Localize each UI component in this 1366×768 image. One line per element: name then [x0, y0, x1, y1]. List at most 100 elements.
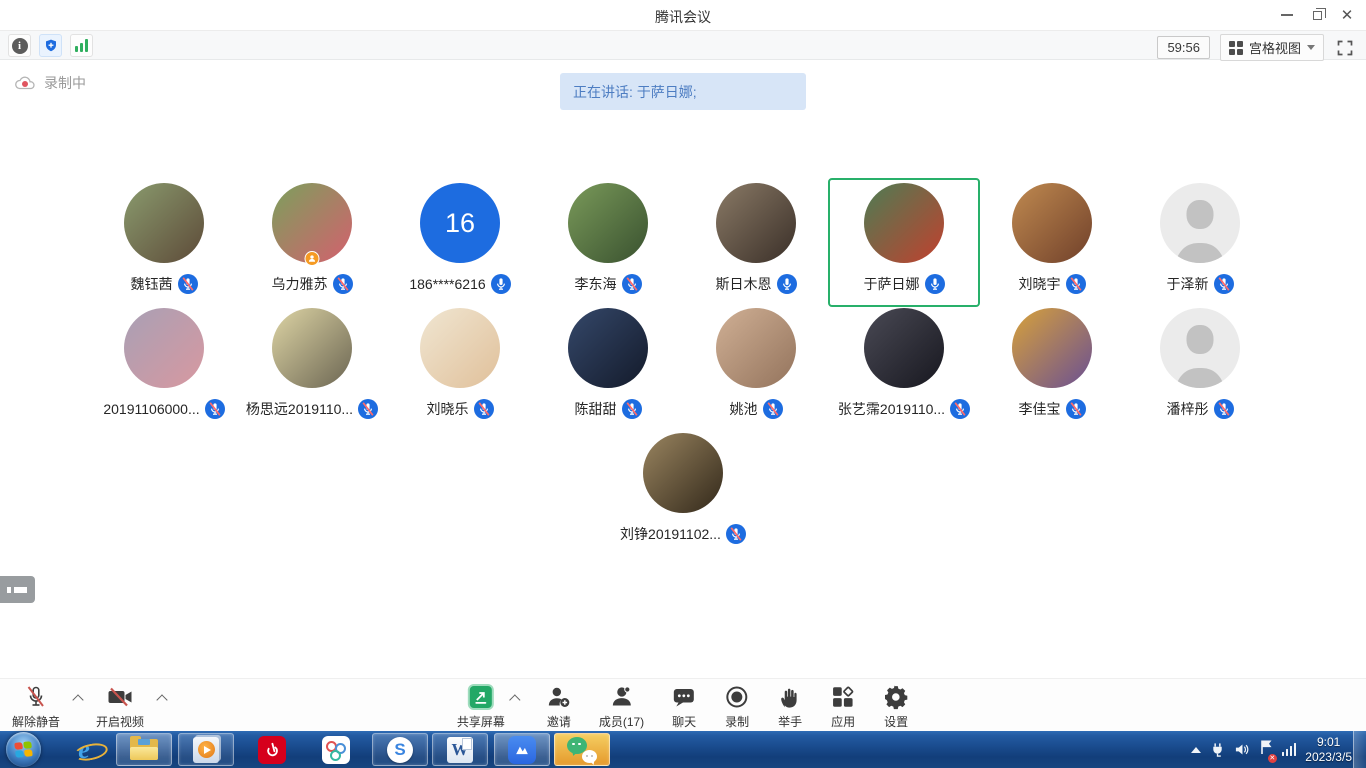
meeting-timer: 59:56 [1157, 36, 1210, 59]
participant-tile[interactable]: 于萨日娜 [830, 180, 978, 305]
close-button[interactable]: ✕ [1332, 0, 1362, 30]
circles-app-icon [322, 736, 350, 764]
taskbar-item-media-player[interactable] [178, 733, 234, 766]
participant-tile[interactable]: 潘梓彤 [1126, 305, 1274, 430]
participant-tile[interactable]: 杨思远2019110... [238, 305, 386, 430]
participant-avatar [643, 433, 723, 513]
taskbar-item-netease-music[interactable] [244, 733, 300, 766]
taskbar-item-sogou[interactable]: S [372, 733, 428, 766]
raise-hand-label: 举手 [778, 713, 802, 730]
invite-icon [546, 684, 572, 710]
apps-button[interactable]: 应用 [830, 684, 856, 730]
taskbar-item-wechat[interactable] [554, 733, 610, 766]
mic-muted-icon [178, 274, 198, 294]
meeting-info-button[interactable]: i [8, 34, 31, 57]
participant-tile[interactable]: 刘晓宇 [978, 180, 1126, 305]
camera-off-icon [106, 684, 134, 710]
participant-avatar [864, 308, 944, 388]
list-icon [7, 587, 35, 593]
participant-name: 魏钰茜 [131, 274, 173, 294]
mic-on-icon [491, 274, 511, 294]
participant-tile[interactable]: 刘晓乐 [386, 305, 534, 430]
mic-muted-icon [333, 274, 353, 294]
volume-icon[interactable] [1234, 742, 1250, 757]
chat-button[interactable]: 聊天 [671, 684, 697, 730]
taskbar-clock[interactable]: 9:01 2023/3/5 [1305, 735, 1352, 765]
recording-label: 录制中 [44, 73, 86, 93]
participant-tile[interactable]: 乌力雅苏 [238, 180, 386, 305]
settings-button[interactable]: 设置 [883, 684, 909, 730]
participant-tile[interactable]: 张艺霈2019110... [830, 305, 978, 430]
invite-button[interactable]: 邀请 [546, 684, 572, 730]
taskbar-item-internet-explorer[interactable]: e [56, 733, 112, 766]
power-plug-icon[interactable] [1210, 742, 1225, 757]
record-icon [724, 684, 750, 710]
sogou-app-icon: S [387, 737, 413, 763]
mic-on-icon [925, 274, 945, 294]
participant-tile[interactable]: 20191106000... [90, 305, 238, 430]
action-center-flag-icon[interactable]: ✕ [1259, 739, 1273, 760]
participant-name: 姚池 [730, 399, 758, 419]
chat-label: 聊天 [672, 713, 696, 730]
minimize-button[interactable] [1272, 0, 1302, 30]
mic-muted-icon [23, 684, 49, 710]
start-button[interactable] [6, 732, 41, 767]
taskbar-item-circles-app[interactable] [308, 733, 364, 766]
participant-tile[interactable]: 姚池 [682, 305, 830, 430]
participant-tile[interactable]: 李佳宝 [978, 305, 1126, 430]
participant-avatar [1012, 308, 1092, 388]
participant-avatar [864, 183, 944, 263]
taskbar-item-explorer[interactable] [116, 733, 172, 766]
cloud-recording-icon [14, 75, 36, 91]
participant-name: 186****6216 [409, 276, 485, 292]
participant-tile[interactable]: 魏钰茜 [90, 180, 238, 305]
participant-tile[interactable]: 陈甜甜 [534, 305, 682, 430]
meeting-security-button[interactable] [39, 34, 62, 57]
participant-name: 潘梓彤 [1167, 399, 1209, 419]
mic-muted-icon [1214, 399, 1234, 419]
participant-name: 于泽新 [1167, 274, 1209, 294]
share-screen-icon [468, 684, 494, 710]
chat-icon [671, 684, 697, 710]
share-screen-label: 共享屏幕 [457, 713, 505, 730]
windows-logo-icon [14, 741, 32, 758]
taskbar-item-word[interactable]: W [432, 733, 488, 766]
mic-on-icon [777, 274, 797, 294]
record-button[interactable]: 录制 [724, 684, 750, 730]
fullscreen-button[interactable] [1334, 37, 1356, 59]
participant-name: 乌力雅苏 [272, 274, 328, 294]
mic-muted-icon [358, 399, 378, 419]
tray-hidden-icons-button[interactable] [1191, 747, 1201, 753]
unmute-button[interactable]: 解除静音 [12, 684, 60, 730]
taskbar-item-tencent-meeting[interactable] [494, 733, 550, 766]
participant-name: 杨思远2019110... [246, 399, 353, 419]
participant-avatar [124, 308, 204, 388]
view-mode-button[interactable]: 宫格视图 [1220, 34, 1324, 61]
layout-toggle-button[interactable] [0, 576, 35, 603]
show-desktop-button[interactable] [1353, 731, 1366, 768]
mic-muted-icon [474, 399, 494, 419]
grid-view-icon [1229, 41, 1243, 55]
raise-hand-button[interactable]: 举手 [777, 684, 803, 730]
participant-tile[interactable]: 刘铮20191102... [609, 430, 757, 555]
participant-tile[interactable]: 斯日木恩 [682, 180, 830, 305]
participant-name: 李东海 [575, 274, 617, 294]
meeting-main-area: 录制中 正在讲话: 于萨日娜; 魏钰茜 乌力雅苏 16 1 [0, 61, 1366, 678]
network-tray-icon[interactable] [1282, 743, 1297, 756]
participant-tile[interactable]: 李东海 [534, 180, 682, 305]
video-options-chevron-icon[interactable] [156, 694, 167, 705]
members-button[interactable]: 成员(17) [599, 684, 644, 730]
internet-explorer-icon: e [78, 737, 90, 763]
clock-time: 9:01 [1305, 735, 1352, 750]
audio-options-chevron-icon[interactable] [72, 694, 83, 705]
start-video-button[interactable]: 开启视频 [96, 684, 144, 730]
mic-muted-icon [622, 274, 642, 294]
participant-tile[interactable]: 于泽新 [1126, 180, 1274, 305]
restore-button[interactable] [1302, 0, 1332, 30]
meeting-topbar: i 59:56 宫格视图 [0, 30, 1366, 60]
tencent-meeting-icon [508, 736, 536, 764]
participant-tile[interactable]: 16 186****6216 [386, 180, 534, 305]
share-options-chevron-icon[interactable] [509, 694, 520, 705]
share-screen-button[interactable]: 共享屏幕 [457, 684, 505, 730]
network-quality-button[interactable] [70, 34, 93, 57]
